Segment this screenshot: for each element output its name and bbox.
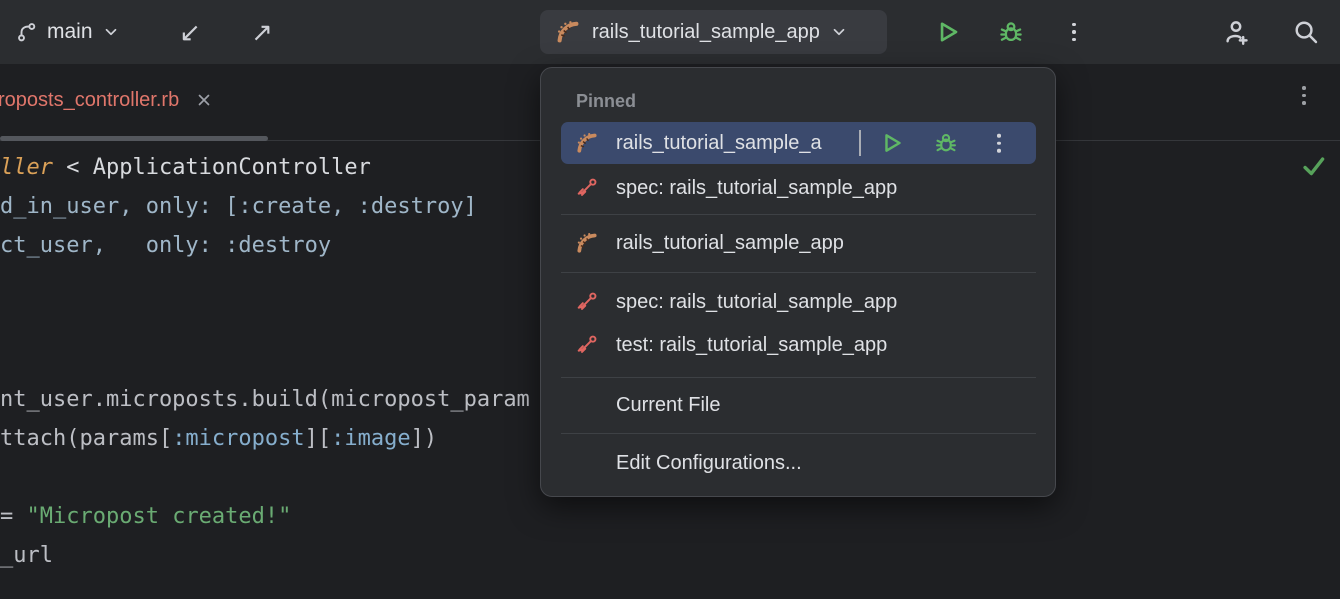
menu-item-label: Edit Configurations... <box>616 452 802 475</box>
run-button[interactable] <box>930 14 966 50</box>
menu-item-test-rails-tutorial-sample-app[interactable]: test: rails_tutorial_sample_app <box>561 324 1036 366</box>
tab-label: croposts_controller.rb <box>0 89 179 112</box>
code-line: nt_user.microposts.build(micropost_param <box>0 386 530 414</box>
update-arrow-icon: ↙ <box>179 19 201 45</box>
run-icon[interactable] <box>879 130 905 156</box>
menu-item-label: rails_tutorial_sample_a <box>616 132 822 155</box>
kebab-icon[interactable] <box>997 134 1001 153</box>
menu-item-spec-rails-tutorial-sample-app-2[interactable]: spec: rails_tutorial_sample_app <box>561 281 1036 323</box>
rspec-icon <box>576 177 598 199</box>
search-everywhere-button[interactable] <box>1288 14 1324 50</box>
rails-icon <box>556 20 580 44</box>
debug-icon[interactable] <box>933 130 959 156</box>
code-line: ller < ApplicationController <box>0 154 371 182</box>
text-truncation-caret <box>859 130 861 156</box>
git-branch-widget[interactable]: main <box>10 14 126 50</box>
menu-divider <box>561 272 1036 273</box>
debug-icon <box>997 18 1025 46</box>
pinned-section-header: Pinned <box>576 91 636 112</box>
code-line: ttach(params[:micropost][:image]) <box>0 425 437 453</box>
debug-button[interactable] <box>993 14 1029 50</box>
code-line: = "Micropost created!" <box>0 503 291 531</box>
code-line: _url <box>0 542 53 570</box>
code-line: d_in_user, only: [:create, :destroy] <box>0 193 477 221</box>
update-project-button[interactable]: ↙ <box>172 14 208 50</box>
menu-item-label: spec: rails_tutorial_sample_app <box>616 177 897 200</box>
menu-item-rails-tutorial-sample-app-selected[interactable]: rails_tutorial_sample_a <box>561 122 1036 164</box>
menu-item-edit-configurations[interactable]: Edit Configurations... <box>561 443 1036 483</box>
rails-icon <box>576 232 598 254</box>
git-branch-icon <box>16 21 38 43</box>
code-line: ct_user, only: :destroy <box>0 232 331 260</box>
tab-microposts-controller[interactable]: croposts_controller.rb <box>0 64 213 136</box>
rspec-icon <box>576 334 598 356</box>
tab-label-clip: croposts_controller.rb <box>0 89 179 112</box>
rspec-icon <box>576 291 598 313</box>
branch-name: main <box>47 20 93 44</box>
menu-item-rails-tutorial-sample-app[interactable]: rails_tutorial_sample_app <box>561 222 1036 264</box>
run-configuration-name: rails_tutorial_sample_app <box>592 21 820 44</box>
menu-item-label: rails_tutorial_sample_app <box>616 232 844 255</box>
chevron-down-icon <box>102 23 120 41</box>
main-toolbar: main ↙ ↗ rails_tutorial_sample_app <box>0 0 1340 64</box>
run-configuration-selector[interactable]: rails_tutorial_sample_app <box>540 10 887 54</box>
code-with-me-button[interactable] <box>1218 14 1254 50</box>
menu-divider <box>561 433 1036 434</box>
run-configurations-popup: Pinned rails_tutorial_sample_a <box>540 67 1056 497</box>
rails-icon <box>576 132 598 154</box>
close-icon[interactable] <box>195 91 213 109</box>
kebab-icon <box>1292 86 1316 105</box>
menu-divider <box>561 377 1036 378</box>
menu-item-current-file[interactable]: Current File <box>561 385 1036 425</box>
more-actions-button[interactable] <box>1056 14 1092 50</box>
kebab-icon <box>1072 23 1076 42</box>
menu-item-label: test: rails_tutorial_sample_app <box>616 334 887 357</box>
menu-item-label: spec: rails_tutorial_sample_app <box>616 291 897 314</box>
push-button[interactable]: ↗ <box>244 14 280 50</box>
run-icon <box>934 18 962 46</box>
tab-options-button[interactable] <box>1292 86 1316 116</box>
chevron-down-icon <box>830 23 848 41</box>
menu-item-spec-rails-tutorial-sample-app[interactable]: spec: rails_tutorial_sample_app <box>561 168 1036 208</box>
menu-item-label: Current File <box>616 394 720 417</box>
menu-divider <box>561 214 1036 215</box>
codewithme-icon <box>1222 18 1250 46</box>
check-icon[interactable] <box>1300 153 1327 180</box>
search-icon <box>1292 18 1320 46</box>
push-arrow-icon: ↗ <box>251 19 273 45</box>
